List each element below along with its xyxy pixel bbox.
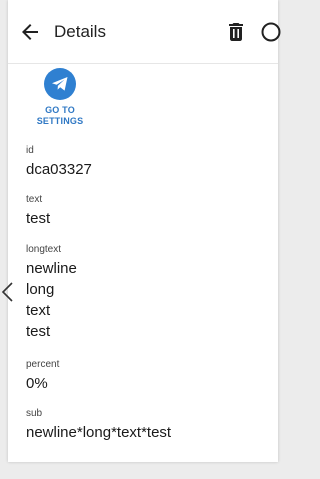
settings-label: SETTINGS — [36, 115, 84, 126]
longtext-label: longtext — [26, 244, 62, 255]
collapse-panel-button[interactable] — [0, 280, 14, 304]
text-label: text — [26, 194, 43, 205]
longtext-value: newline long text test — [26, 258, 77, 342]
more-button[interactable] — [260, 21, 282, 43]
go-to-label: GO TO — [45, 105, 75, 115]
longtext-line: test — [26, 323, 51, 340]
sub-value: newline*long*text*test — [26, 424, 172, 441]
delete-button[interactable] — [224, 20, 248, 44]
trash-icon — [229, 23, 243, 41]
longtext-line: long — [26, 281, 55, 298]
sub-label: sub — [26, 408, 43, 419]
percent-value: 0% — [26, 375, 48, 392]
back-button[interactable] — [18, 20, 42, 44]
details-panel: Details GO TO SETTINGS id dca03327 text … — [8, 0, 281, 462]
chevron-left-icon — [1, 282, 13, 302]
id-label: id — [26, 145, 34, 156]
more-icon — [261, 22, 281, 42]
go-to-settings-button[interactable]: GO TO SETTINGS — [32, 68, 88, 126]
page-title: Details — [54, 22, 106, 41]
id-value: dca03327 — [26, 161, 92, 178]
longtext-line: text — [26, 302, 51, 319]
toolbar: Details — [8, 0, 281, 64]
text-value: test — [26, 210, 51, 227]
arrow-back-icon — [22, 24, 38, 40]
longtext-line: newline — [26, 260, 77, 277]
telegram-icon — [44, 68, 76, 100]
percent-label: percent — [26, 359, 60, 370]
